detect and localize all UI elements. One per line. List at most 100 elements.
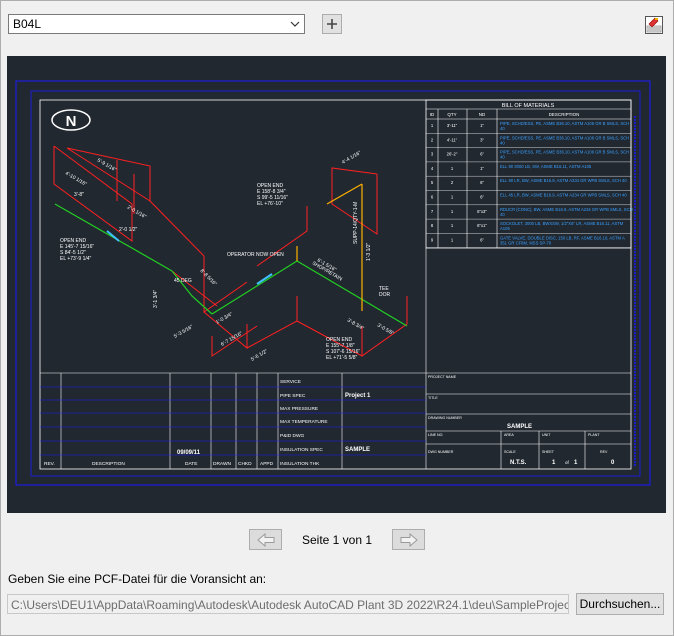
annotation: 5'-9 1/16": [96, 158, 117, 174]
tb-label: MAX TEMPERATURE: [280, 419, 328, 425]
bom-header-cell: QTY: [447, 112, 456, 117]
bom-description: SOCKOLET, 3000 LB, BWXSW, 1/2"X6" LR, AS…: [500, 221, 624, 226]
title-block-text: SERVICE PIPE SPEC MAX PRESSURE MAX TEMPE…: [44, 375, 615, 467]
tb-rev-header: CHKD: [238, 461, 252, 467]
tb-label: SERVICE: [280, 379, 301, 385]
chevron-down-icon: [290, 21, 300, 27]
annotation: EL +73'-9 1/4": [60, 256, 92, 262]
annotation: 4'-10 1/16": [64, 171, 88, 188]
tb-insulation-spec: SAMPLE: [345, 447, 370, 453]
bom-description: ELL 90 3000 LB, SW, ASME B16.11, ASTM A1…: [500, 164, 592, 169]
tb-right-label: TITLE: [428, 396, 438, 400]
bom-cell: 6"x1": [477, 223, 487, 228]
annotations: OPEN END E 145'-7 15/16" S 84'-5 1/2" EL…: [60, 150, 395, 363]
annotation: 1'-0 3/4": [215, 311, 234, 325]
arrow-left-icon: [257, 533, 275, 547]
bom-cell: 6": [480, 152, 484, 157]
bom-description: PIPE, SCHD/ESS, PE, ASME B36.10, ASTM A1…: [500, 135, 629, 140]
sheet-settings-button[interactable]: [644, 15, 664, 35]
annotation: SUPP-14/QTY-1-M: [353, 202, 359, 244]
pcf-path-value: C:\Users\DEU1\AppData\Roaming\Autodesk\A…: [11, 598, 568, 612]
tb-sheet: 1: [552, 460, 556, 466]
bom-header-cell: DESCRIPTION: [549, 112, 580, 117]
tb-sheet-of: 1: [574, 460, 578, 466]
bom-cell: 3: [431, 152, 434, 157]
annotation: 1'-3 1/2": [366, 242, 372, 261]
tb-rev-header: APPD: [260, 461, 274, 467]
add-button[interactable]: [322, 14, 342, 34]
annotation: 2'-0 1/2": [119, 227, 138, 233]
tb-right-label: DRAWING NUMBER: [428, 416, 462, 420]
bom-cell: 2: [431, 137, 434, 142]
drawing-select[interactable]: B04L: [8, 14, 305, 34]
tb-scale: N.T.S.: [510, 460, 527, 466]
bom-cell: 1: [451, 166, 454, 171]
bom-cell: 1: [451, 223, 454, 228]
tb-right-label: LINE NO.: [428, 433, 443, 437]
tb-sheet-of-word: of: [565, 460, 570, 465]
bom-cell: 1: [451, 209, 454, 214]
browse-button[interactable]: Durchsuchen...: [576, 593, 664, 615]
bom-cell: 2: [451, 180, 454, 185]
annotation: 3'-0 5/8": [376, 323, 395, 337]
annotation: 2'-0 1/16": [126, 205, 147, 221]
bom-cell: 6": [480, 237, 484, 242]
bill-of-materials: BILL OF MATERIALS ID QTY ND DESCRIPTION 1 3'…: [425, 99, 633, 249]
bom-cell: 6": [480, 195, 484, 200]
bom-description: ELL 45 LR, BW, ASME B16.9, ASTM A234 GR …: [500, 193, 627, 198]
bom-cell: 8: [431, 223, 434, 228]
bom-cell: 26'-2": [447, 152, 458, 157]
bom-cell: 4'-11": [447, 137, 458, 142]
bom-cell: 1": [480, 123, 484, 128]
bom-cell: 1: [451, 237, 454, 242]
north-arrow-icon: N: [51, 109, 91, 131]
annotation: 3'-8": [74, 192, 84, 198]
pcf-prompt-label: Geben Sie eine PCF-Datei für die Voransi…: [8, 572, 267, 586]
tb-label: PIPE SPEC: [280, 393, 306, 399]
tb-right-label: UNIT: [542, 433, 551, 437]
tb-right-label: AREA: [504, 433, 514, 437]
tb-right-label: DWG NUMBER: [428, 450, 454, 454]
bom-description: A105: [500, 226, 510, 231]
bom-description: RDUCR (CONC), BW, ASME B16.9, ASTM A234 …: [500, 207, 633, 212]
bom-cell: 5: [431, 180, 434, 185]
annotation: 6'-7 15/16": [220, 330, 244, 347]
arrow-right-icon: [400, 533, 418, 547]
bom-description: PIPE, SCHD/ESS, PE, ASME B36.10, ASTM A1…: [500, 121, 629, 126]
annotation: 8'-8 5/16": [199, 268, 218, 287]
bom-description: ELL 90 LR, BW, ASME B16.9, ASTM A234 GR …: [500, 178, 627, 183]
isometric-drawing: N OPEN END E 145'-7 15/16" S 84'-5 1/2" …: [15, 80, 651, 486]
bom-cell: 6": [480, 180, 484, 185]
bom-cell: 1: [451, 195, 454, 200]
bom-cell: 6: [431, 195, 434, 200]
annotation: EL +71'-5 5/8": [326, 355, 358, 361]
bom-header-cell: ID: [430, 112, 435, 117]
drawing-select-value: B04L: [13, 17, 42, 31]
next-page-button[interactable]: [392, 529, 425, 550]
tb-label: INSULATION THK: [280, 461, 320, 467]
bom-description: 40: [500, 140, 505, 145]
prev-page-button[interactable]: [249, 529, 282, 550]
tb-label: P&ID DWG: [280, 433, 305, 439]
tb-rev: 0: [611, 460, 615, 466]
tb-date: 09/09/11: [177, 450, 201, 456]
annotation: EL +76'-10": [257, 201, 283, 207]
bom-cell: 9: [431, 237, 434, 242]
bom-header-cell: ND: [479, 112, 486, 117]
bom-cell: 1": [480, 166, 484, 171]
tb-rev-header: DATE: [185, 461, 197, 467]
bom-cell: 3'-11": [447, 123, 458, 128]
annotation: 3'-8 3/4": [346, 318, 365, 332]
tb-right-label: REV: [600, 450, 608, 454]
annotation: 4'-4 1/16": [341, 150, 362, 166]
tb-rev-header: DRAWN: [213, 461, 231, 467]
tb-label: MAX PRESSURE: [280, 406, 318, 412]
annotation: 45 DEG: [174, 278, 192, 284]
bom-title: BILL OF MATERIALS: [502, 103, 555, 109]
bom-cell: 6"x3": [477, 209, 487, 214]
annotation: DOR: [379, 292, 391, 298]
tb-label: INSULATION SPEC: [280, 447, 323, 453]
pcf-path-field[interactable]: C:\Users\DEU1\AppData\Roaming\Autodesk\A…: [7, 594, 569, 614]
bom-description: 40: [500, 212, 505, 217]
plus-icon: [327, 19, 337, 29]
